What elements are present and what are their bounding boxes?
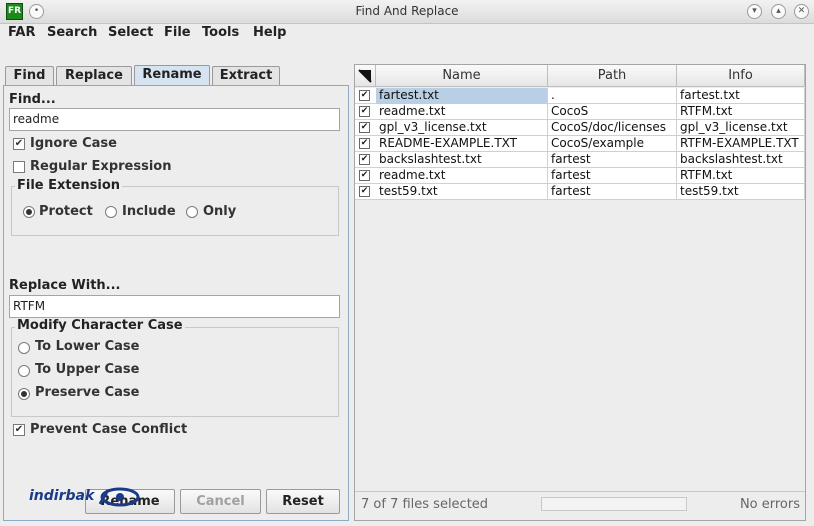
status-bar: 7 of 7 files selected No errors xyxy=(355,491,805,520)
table-row[interactable]: ✔ fartest.txt . fartest.txt xyxy=(355,88,805,104)
protect-label: Protect xyxy=(39,204,93,219)
regex-checkbox[interactable] xyxy=(13,161,25,173)
corner-triangle-icon xyxy=(358,69,372,83)
row-checkbox[interactable]: ✔ xyxy=(359,186,370,197)
cell-path: fartest xyxy=(548,152,677,168)
cell-info: RTFM.txt xyxy=(677,104,805,120)
error-status: No errors xyxy=(739,497,800,512)
menu-bar: FAR Search Select File Tools Help xyxy=(0,24,814,44)
table-row[interactable]: ✔ test59.txt fartest test59.txt xyxy=(355,184,805,200)
table-row[interactable]: ✔ readme.txt fartest RTFM.txt xyxy=(355,168,805,184)
cell-info: backslashtest.txt xyxy=(677,152,805,168)
cell-info: RTFM.txt xyxy=(677,168,805,184)
preserve-case-label: Preserve Case xyxy=(35,385,140,400)
tab-replace[interactable]: Replace xyxy=(56,66,132,85)
close-button[interactable]: ✕ xyxy=(794,4,809,19)
row-checkbox[interactable]: ✔ xyxy=(359,154,370,165)
cell-name: readme.txt xyxy=(376,168,548,184)
only-label: Only xyxy=(203,204,237,219)
progress-bar xyxy=(541,497,687,511)
window-title: Find And Replace xyxy=(355,4,459,18)
watermark-text: indirbak xyxy=(29,488,95,504)
replace-label: Replace With... xyxy=(9,278,121,293)
reset-button[interactable]: Reset xyxy=(266,489,340,514)
maximize-button[interactable]: ▴ xyxy=(771,4,786,19)
cell-path: fartest xyxy=(548,184,677,200)
lower-case-radio[interactable] xyxy=(18,342,30,354)
cell-path: CocoS/doc/licenses xyxy=(548,120,677,136)
prevent-conflict-checkbox[interactable]: ✔ xyxy=(13,424,25,436)
find-label: Find... xyxy=(9,92,56,107)
menu-tools[interactable]: Tools xyxy=(202,24,239,42)
watermark-logo-icon xyxy=(98,487,140,507)
cell-path: fartest xyxy=(548,168,677,184)
cell-name: backslashtest.txt xyxy=(376,152,548,168)
cell-path: CocoS xyxy=(548,104,677,120)
regex-label: Regular Expression xyxy=(30,159,172,174)
upper-case-radio[interactable] xyxy=(18,365,30,377)
cell-info: RTFM-EXAMPLE.TXT xyxy=(677,136,805,152)
row-checkbox[interactable]: ✔ xyxy=(359,106,370,117)
cell-name: gpl_v3_license.txt xyxy=(376,120,548,136)
column-header-name[interactable]: Name xyxy=(376,65,548,87)
menu-search[interactable]: Search xyxy=(47,24,97,42)
select-all-corner[interactable] xyxy=(355,65,376,87)
include-radio[interactable] xyxy=(105,206,117,218)
row-checkbox[interactable]: ✔ xyxy=(359,90,370,101)
modify-case-title: Modify Character Case xyxy=(15,318,185,333)
lower-case-label: To Lower Case xyxy=(35,339,140,354)
upper-case-label: To Upper Case xyxy=(35,362,140,377)
cell-info: test59.txt xyxy=(677,184,805,200)
replace-input[interactable]: RTFM xyxy=(9,295,340,318)
table-row[interactable]: ✔ gpl_v3_license.txt CocoS/doc/licenses … xyxy=(355,120,805,136)
menu-far[interactable]: FAR xyxy=(8,24,35,42)
preserve-case-radio[interactable] xyxy=(18,388,30,400)
table-row[interactable]: ✔ README-EXAMPLE.TXT CocoS/example RTFM-… xyxy=(355,136,805,152)
row-checkbox[interactable]: ✔ xyxy=(359,138,370,149)
include-label: Include xyxy=(122,204,176,219)
ignore-case-checkbox[interactable]: ✔ xyxy=(13,138,25,150)
cell-info: fartest.txt xyxy=(677,88,805,104)
table-row[interactable]: ✔ readme.txt CocoS RTFM.txt xyxy=(355,104,805,120)
cell-name: test59.txt xyxy=(376,184,548,200)
tab-find[interactable]: Find xyxy=(5,66,54,85)
minimize-button[interactable]: ▾ xyxy=(747,4,762,19)
column-header-path[interactable]: Path xyxy=(548,65,677,87)
column-header-info[interactable]: Info xyxy=(677,65,805,87)
cell-path: . xyxy=(548,88,677,104)
row-checkbox[interactable]: ✔ xyxy=(359,122,370,133)
tab-rename[interactable]: Rename xyxy=(134,65,210,86)
only-radio[interactable] xyxy=(186,206,198,218)
row-checkbox[interactable]: ✔ xyxy=(359,170,370,181)
file-extension-title: File Extension xyxy=(15,178,123,193)
protect-radio[interactable] xyxy=(23,206,35,218)
cell-path: CocoS/example xyxy=(548,136,677,152)
find-input[interactable]: readme xyxy=(9,108,340,131)
menu-file[interactable]: File xyxy=(164,24,191,42)
prevent-conflict-label: Prevent Case Conflict xyxy=(30,422,188,437)
cell-name: README-EXAMPLE.TXT xyxy=(376,136,548,152)
cell-name: fartest.txt xyxy=(376,88,548,104)
selection-count: 7 of 7 files selected xyxy=(361,497,489,512)
menu-help[interactable]: Help xyxy=(253,24,286,42)
tab-extract[interactable]: Extract xyxy=(212,66,280,85)
cell-name: readme.txt xyxy=(376,104,548,120)
ignore-case-label: Ignore Case xyxy=(30,136,117,151)
cancel-button: Cancel xyxy=(180,489,261,514)
cell-info: gpl_v3_license.txt xyxy=(677,120,805,136)
menu-select[interactable]: Select xyxy=(108,24,153,42)
table-row[interactable]: ✔ backslashtest.txt fartest backslashtes… xyxy=(355,152,805,168)
